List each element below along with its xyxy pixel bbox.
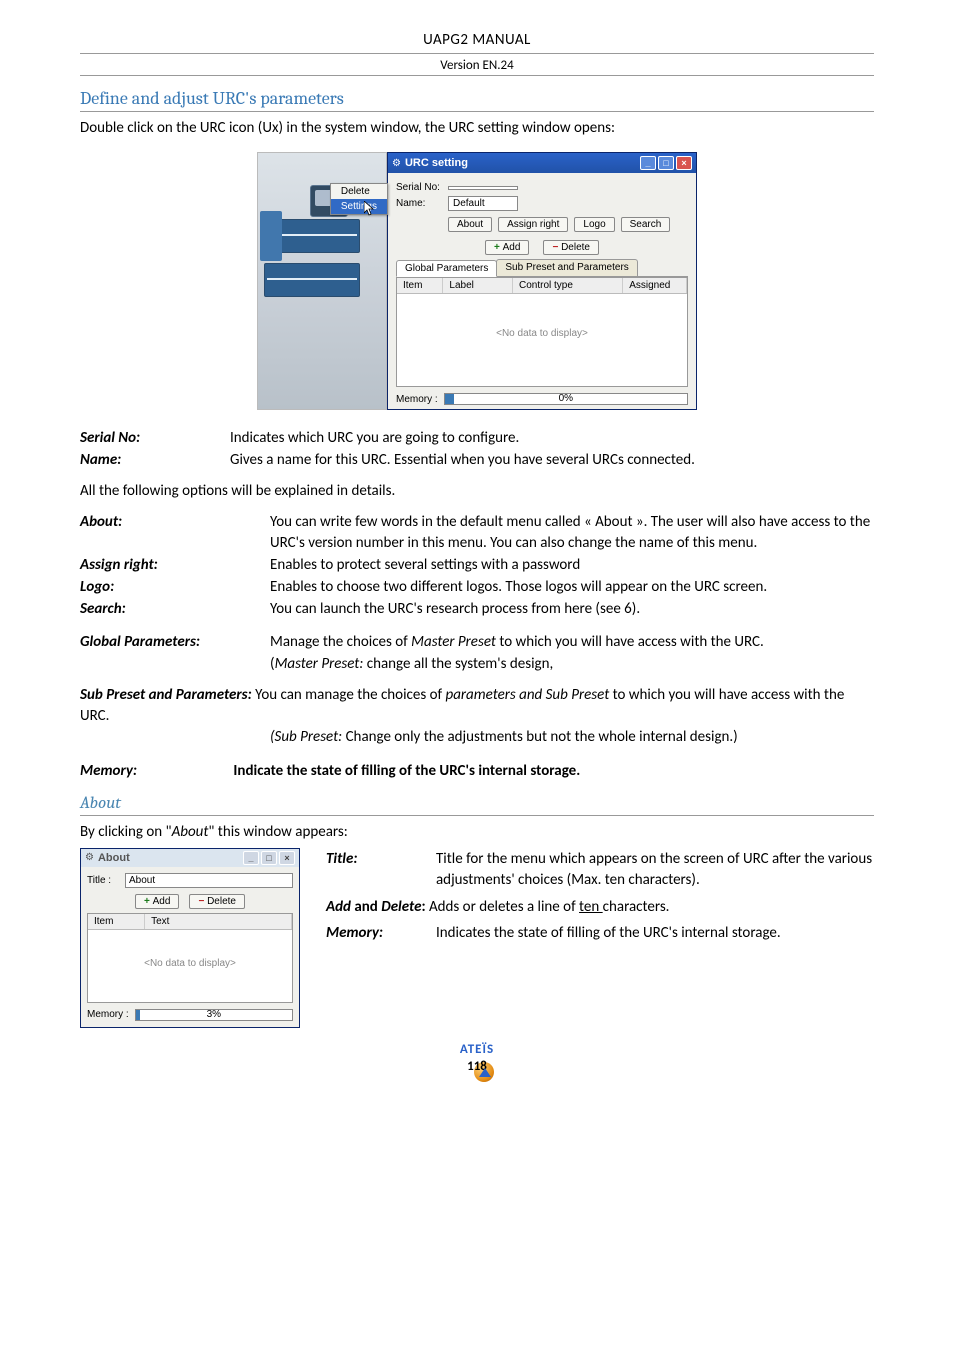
term-memory: Memory: — [326, 923, 436, 944]
grid-empty-text: <No data to display> — [88, 930, 292, 969]
tab-sub-preset[interactable]: Sub Preset and Parameters — [496, 259, 637, 276]
term-global-parameters: Global Parameters: — [80, 632, 270, 653]
window-title: URC setting — [401, 157, 640, 169]
def-logo: Enables to choose two different logos. T… — [270, 577, 874, 598]
def-global-parameters-extra: (Master Preset: change all the system's … — [80, 654, 874, 675]
menu-item-settings[interactable]: Settings — [331, 199, 387, 214]
assign-right-button[interactable]: Assign right — [498, 217, 568, 232]
rack-handle-icon — [260, 211, 282, 261]
col-item: Item — [397, 278, 443, 293]
about-dialog: ⚙ About _ □ × Title : Add Delete — [80, 848, 300, 1028]
def-serial-no: Indicates which URC you are going to con… — [230, 428, 874, 449]
divider — [80, 815, 874, 816]
def-global-parameters: Manage the choices of Master Preset to w… — [270, 632, 874, 653]
menu-item-delete[interactable]: Delete — [331, 184, 387, 199]
window-title: About — [94, 852, 243, 864]
def-about: You can write few words in the default m… — [270, 512, 874, 554]
doc-title: UAPG2 MANUAL — [80, 30, 874, 49]
def-search: You can launch the URC's research proces… — [270, 599, 874, 620]
divider — [80, 111, 874, 112]
section-intro: Double click on the URC icon (Ux) in the… — [80, 118, 874, 138]
tab-global-parameters[interactable]: Global Parameters — [396, 260, 497, 277]
add-button[interactable]: Add — [135, 894, 179, 909]
name-field[interactable]: Default — [448, 196, 518, 211]
search-button[interactable]: Search — [621, 217, 671, 232]
device-icon — [264, 263, 360, 297]
about-grid[interactable]: Item Text <No data to display> — [87, 913, 293, 1003]
col-label: Label — [443, 278, 513, 293]
about-subheading: About — [80, 794, 874, 813]
window-icon: ⚙ — [392, 158, 401, 169]
close-button[interactable]: × — [279, 851, 295, 865]
grid-header: Item Label Control type Assigned — [397, 278, 687, 294]
add-delete-def: Add and Delete: Adds or deletes a line o… — [326, 897, 874, 917]
sub-preset-block: Sub Preset and Parameters: You can manag… — [80, 685, 874, 727]
def-assign-right: Enables to protect several settings with… — [270, 555, 874, 576]
title-input[interactable] — [125, 873, 293, 888]
term-logo: Logo: — [80, 577, 270, 598]
def-name: Gives a name for this URC. Essential whe… — [230, 450, 874, 471]
minimize-button[interactable]: _ — [640, 156, 656, 170]
maximize-button[interactable]: □ — [261, 851, 277, 865]
maximize-button[interactable]: □ — [658, 156, 674, 170]
col-assigned: Assigned — [623, 278, 687, 293]
section-heading: Define and adjust URC's parameters — [80, 88, 874, 109]
cursor-icon — [364, 201, 376, 217]
window-icon: ⚙ — [85, 852, 94, 863]
delete-button[interactable]: Delete — [189, 894, 245, 909]
term-name: Name: — [80, 450, 230, 471]
doc-version: Version EN.24 — [80, 58, 874, 73]
def-title: Title for the menu which appears on the … — [436, 849, 874, 891]
divider — [80, 75, 874, 76]
term-title: Title: — [326, 849, 436, 870]
brand-logo: ATEÏS — [80, 1042, 874, 1057]
memory-percent: 0% — [445, 393, 687, 404]
memory-definition: Memory: Indicate the state of filling of… — [80, 762, 874, 780]
close-button[interactable]: × — [676, 156, 692, 170]
divider — [80, 53, 874, 54]
memory-percent: 3% — [136, 1009, 292, 1020]
col-text: Text — [145, 914, 292, 929]
memory-label: Memory : — [87, 1009, 129, 1020]
memory-label: Memory : — [396, 394, 438, 405]
titlebar: ⚙ URC setting _ □ × — [388, 153, 696, 173]
term-search: Search: — [80, 599, 270, 620]
grid-empty-text: <No data to display> — [397, 294, 687, 339]
triangle-icon — [479, 1068, 491, 1077]
titlebar: ⚙ About _ □ × — [81, 849, 299, 867]
def-memory: Indicates the state of filling of the UR… — [436, 923, 874, 944]
about-button[interactable]: About — [448, 217, 492, 232]
col-item: Item — [88, 914, 145, 929]
term-assign-right: Assign right: — [80, 555, 270, 576]
system-window-blur: Delete Settings — [257, 152, 387, 410]
col-control-type: Control type — [513, 278, 623, 293]
logo-button[interactable]: Logo — [574, 217, 614, 232]
page-footer: ATEÏS 118 — [80, 1042, 874, 1085]
term-serial-no: Serial No: — [80, 428, 230, 449]
sub-preset-extra: (Sub Preset: Change only the adjustments… — [80, 727, 874, 748]
context-menu: Delete Settings — [330, 183, 388, 215]
title-label: Title : — [87, 875, 125, 886]
serial-no-field[interactable] — [448, 186, 518, 190]
about-intro: By clicking on "About" this window appea… — [80, 822, 874, 842]
add-button[interactable]: Add — [485, 240, 529, 255]
parameters-grid[interactable]: Item Label Control type Assigned <No dat… — [396, 277, 688, 387]
memory-progress: 3% — [135, 1009, 293, 1021]
serial-no-label: Serial No: — [396, 182, 448, 193]
urc-window-figure: Delete Settings ⚙ URC setting _ □ × — [80, 152, 874, 410]
term-about: About: — [80, 512, 270, 533]
urc-setting-dialog: ⚙ URC setting _ □ × Serial No: Name: — [387, 152, 697, 410]
minimize-button[interactable]: _ — [243, 851, 259, 865]
delete-button[interactable]: Delete — [543, 240, 599, 255]
options-note: All the following options will be explai… — [80, 481, 874, 501]
page-number-badge: 118 — [460, 1059, 494, 1085]
name-label: Name: — [396, 198, 448, 209]
memory-progress: 0% — [444, 393, 688, 405]
